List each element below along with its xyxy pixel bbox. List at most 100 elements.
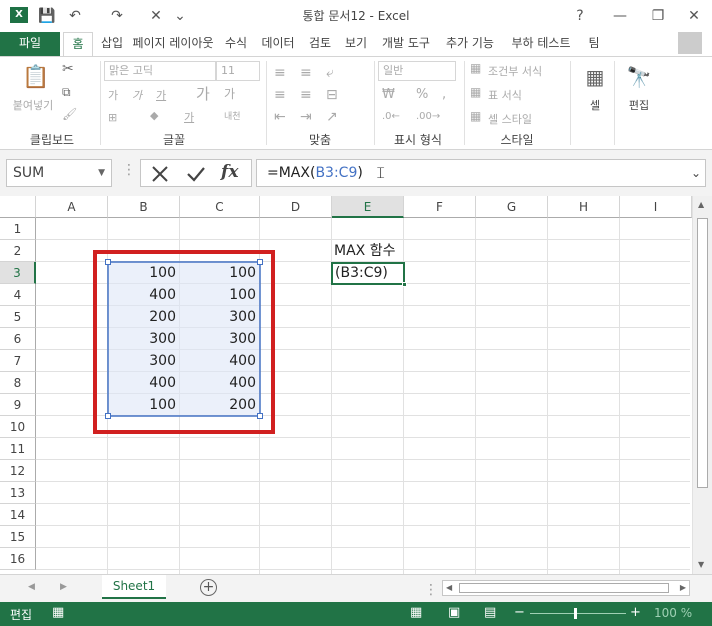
cell-style-icon[interactable]: ▦	[470, 109, 481, 123]
row-header-13[interactable]: 13	[0, 482, 36, 504]
indent-icon[interactable]: ⇤	[274, 109, 286, 125]
next-sheet-icon[interactable]: ▶	[60, 582, 67, 592]
column-header-e[interactable]: E	[332, 196, 404, 218]
phonetic-icon[interactable]: 내천	[224, 109, 241, 122]
row-header-1[interactable]: 1	[0, 218, 36, 240]
row-header-6[interactable]: 6	[0, 328, 36, 350]
table-format-icon[interactable]: ▦	[470, 85, 481, 99]
tab-developer[interactable]: 개발 도구	[376, 32, 436, 56]
font-size-box[interactable]: 11	[216, 61, 260, 81]
row-header-10[interactable]: 10	[0, 416, 36, 438]
tab-file[interactable]: 파일	[0, 32, 60, 56]
copy-icon[interactable]: ⧉	[62, 85, 71, 100]
worksheet-grid[interactable]: A B C D E F G H I 1 2 3 4 5 6 7 8 9 10 11 12 13 14 15 1…	[0, 196, 712, 574]
zoom-in-icon[interactable]: +	[630, 605, 641, 620]
tab-formulas[interactable]: 수식	[220, 32, 252, 56]
formula-input[interactable]: =MAX(B3:C9) 𝙸 ⌄	[256, 159, 706, 187]
format-painter-icon[interactable]: 🖌	[62, 107, 77, 121]
horizontal-scrollbar[interactable]: ◀ ▶	[442, 580, 690, 596]
add-sheet-icon[interactable]: +	[200, 579, 217, 596]
vertical-scrollbar[interactable]: ▲ ▼	[692, 196, 712, 574]
close-button[interactable]: ✕	[684, 6, 704, 26]
conditional-format-icon[interactable]: ▦	[470, 61, 481, 75]
tab-add-ins[interactable]: 추가 기능	[440, 32, 500, 56]
font-color-icon[interactable]: 가	[184, 109, 194, 125]
fill-handle[interactable]	[402, 282, 407, 287]
find-icon[interactable]: 🔭	[626, 65, 652, 89]
normal-view-icon[interactable]: ▦	[410, 605, 422, 620]
scroll-up-icon[interactable]: ▲	[698, 200, 704, 209]
insert-function-icon[interactable]: fx	[221, 162, 238, 182]
underline-icon[interactable]: 가	[156, 87, 166, 103]
scroll-down-icon[interactable]: ▼	[698, 560, 704, 569]
comma-icon[interactable]: ,	[442, 87, 446, 102]
prev-sheet-icon[interactable]: ◀	[28, 582, 35, 592]
row-header-9[interactable]: 9	[0, 394, 36, 416]
fill-color-icon[interactable]: ◆	[150, 109, 158, 122]
left-align-icon[interactable]: ≡	[274, 87, 286, 103]
tab-insert[interactable]: 삽입	[96, 32, 128, 56]
scroll-left-icon[interactable]: ◀	[446, 583, 452, 592]
row-header-14[interactable]: 14	[0, 504, 36, 526]
editing-button[interactable]: 편집	[624, 97, 654, 113]
h-scroll-thumb[interactable]	[459, 583, 669, 593]
orientation-icon[interactable]: ↗	[326, 109, 338, 125]
currency-icon[interactable]: ₩	[382, 87, 395, 102]
row-header-2[interactable]: 2	[0, 240, 36, 262]
tab-review[interactable]: 검토	[304, 32, 336, 56]
center-align-icon[interactable]: ≡	[300, 87, 312, 103]
zoom-slider-thumb[interactable]	[574, 608, 577, 619]
number-format-box[interactable]: 일반	[378, 61, 456, 81]
expand-formula-bar-icon[interactable]: ⌄	[691, 160, 701, 186]
zoom-out-icon[interactable]: −	[514, 605, 525, 620]
outdent-icon[interactable]: ⇥	[300, 109, 312, 125]
select-all-corner[interactable]	[0, 196, 36, 218]
cells-button[interactable]: 셀	[582, 97, 608, 113]
column-header-d[interactable]: D	[260, 196, 332, 218]
row-header-3[interactable]: 3	[0, 262, 36, 284]
tab-view[interactable]: 보기	[340, 32, 372, 56]
row-header-4[interactable]: 4	[0, 284, 36, 306]
row-header-16[interactable]: 16	[0, 548, 36, 570]
page-layout-view-icon[interactable]: ▣	[448, 605, 460, 620]
grow-font-icon[interactable]: 가	[196, 83, 210, 104]
tab-team[interactable]: 팀	[582, 32, 606, 56]
increase-decimal-icon[interactable]: .0←	[382, 111, 400, 122]
help-button[interactable]: ?	[570, 6, 590, 26]
sheet-tab-sheet1[interactable]: Sheet1	[102, 575, 166, 599]
column-header-g[interactable]: G	[476, 196, 548, 218]
column-header-h[interactable]: H	[548, 196, 620, 218]
row-header-5[interactable]: 5	[0, 306, 36, 328]
row-header-8[interactable]: 8	[0, 372, 36, 394]
cut-icon[interactable]: ✂	[62, 61, 74, 77]
macro-record-icon[interactable]: ▦	[52, 605, 64, 620]
user-avatar[interactable]	[678, 32, 702, 54]
tab-splitter-icon[interactable]: ⋮	[424, 582, 438, 598]
merge-icon[interactable]: ⊟	[326, 87, 338, 103]
tab-load-test[interactable]: 부하 테스트	[504, 32, 578, 56]
percent-icon[interactable]: %	[416, 87, 428, 102]
italic-icon[interactable]: 가	[132, 87, 142, 103]
enter-icon[interactable]	[187, 165, 205, 183]
zoom-level[interactable]: 100 %	[654, 606, 692, 620]
chevron-down-icon[interactable]: ▼	[98, 160, 105, 186]
font-name-box[interactable]: 맑은 고딕	[104, 61, 216, 81]
row-header-11[interactable]: 11	[0, 438, 36, 460]
active-cell-e3[interactable]: (B3:C9)	[331, 262, 405, 285]
tab-page-layout[interactable]: 페이지 레이아웃	[131, 32, 215, 56]
row-header-15[interactable]: 15	[0, 526, 36, 548]
cell-style-button[interactable]: 셀 스타일	[488, 111, 532, 127]
name-box[interactable]: SUM ▼	[6, 159, 112, 187]
scroll-right-icon[interactable]: ▶	[680, 583, 686, 592]
shrink-font-icon[interactable]: 가	[224, 85, 235, 102]
border-icon[interactable]: ⊞	[108, 111, 117, 124]
column-header-f[interactable]: F	[404, 196, 476, 218]
decrease-decimal-icon[interactable]: .00→	[416, 111, 440, 122]
row-header-7[interactable]: 7	[0, 350, 36, 372]
paste-button[interactable]: 붙여넣기	[8, 97, 58, 113]
wrap-text-icon[interactable]: ⤶	[326, 65, 334, 81]
cell-e2[interactable]: MAX 함수	[334, 240, 414, 262]
column-header-c[interactable]: C	[180, 196, 260, 218]
scroll-thumb[interactable]	[697, 218, 708, 488]
table-format-button[interactable]: 표 서식	[488, 87, 522, 103]
